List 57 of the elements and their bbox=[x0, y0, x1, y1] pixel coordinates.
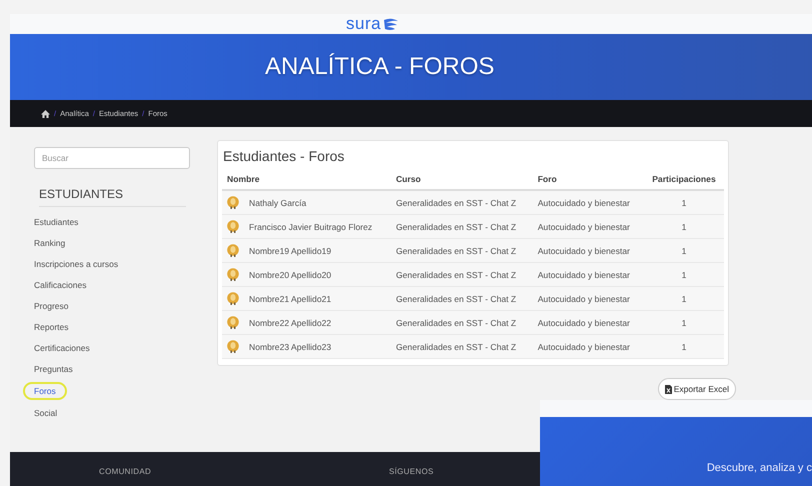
sidebar-item[interactable]: Progreso bbox=[34, 296, 68, 317]
search-field[interactable]: Buscar bbox=[34, 147, 190, 169]
table-cell: Nombre20 Apellido20 bbox=[222, 262, 391, 286]
table-cell: Generalidades en SST - Chat Z bbox=[390, 190, 533, 214]
table-cell: 1 bbox=[644, 286, 724, 310]
sidebar-item[interactable]: Preguntas bbox=[34, 359, 73, 380]
table-cell: Generalidades en SST - Chat Z bbox=[390, 286, 533, 310]
medal-icon bbox=[227, 220, 239, 233]
table-cell: 1 bbox=[644, 310, 724, 334]
home-icon[interactable] bbox=[41, 110, 50, 118]
sidebar-item[interactable]: Certificaciones bbox=[34, 338, 90, 359]
logo-swoosh-icon bbox=[383, 17, 400, 31]
sidebar-item[interactable]: Foros bbox=[23, 382, 67, 400]
sidebar-item[interactable]: Inscripciones a cursos bbox=[34, 254, 118, 275]
table-cell: Generalidades en SST - Chat Z bbox=[390, 310, 533, 334]
table-cell: Autocuidado y bienestar bbox=[532, 310, 644, 334]
logo[interactable]: sura bbox=[346, 15, 382, 33]
overlay-text: Descubre, analiza y c bbox=[706, 462, 812, 474]
medal-icon bbox=[227, 244, 239, 257]
table-cell: Generalidades en SST - Chat Z bbox=[390, 262, 533, 286]
table-cell: Autocuidado y bienestar bbox=[532, 262, 644, 286]
excel-file-icon bbox=[664, 384, 672, 394]
table-cell: Generalidades en SST - Chat Z bbox=[390, 214, 533, 238]
table-cell: Nombre21 Apellido21 bbox=[222, 286, 391, 310]
table-cell: Nombre23 Apellido23 bbox=[222, 334, 391, 358]
sidebar-item[interactable]: Estudiantes bbox=[34, 212, 78, 233]
export-excel-button[interactable]: Exportar Excel bbox=[658, 378, 736, 400]
table-cell: 1 bbox=[644, 262, 724, 286]
card-title: Estudiantes - Foros bbox=[223, 148, 346, 164]
table-cell: Generalidades en SST - Chat Z bbox=[390, 238, 533, 262]
table-cell: 1 bbox=[644, 190, 724, 214]
medal-icon bbox=[227, 268, 239, 281]
table-cell: 1 bbox=[644, 334, 724, 358]
table-cell: Nombre19 Apellido19 bbox=[222, 238, 391, 262]
table-cell: Generalidades en SST - Chat Z bbox=[390, 334, 533, 358]
table-cell: Autocuidado y bienestar bbox=[532, 238, 644, 262]
table-cell: Autocuidado y bienestar bbox=[532, 334, 644, 358]
sidebar-item[interactable]: Calificaciones bbox=[34, 275, 86, 296]
footer-heading: SÍGUENOS bbox=[389, 467, 434, 476]
sidebar-heading: ESTUDIANTES bbox=[39, 187, 186, 207]
medal-icon bbox=[227, 316, 239, 329]
table-cell: Nombre22 Apellido22 bbox=[222, 310, 391, 334]
table-cell: Autocuidado y bienestar bbox=[532, 286, 644, 310]
medal-icon bbox=[227, 340, 239, 353]
table-cell: Autocuidado y bienestar bbox=[532, 190, 644, 214]
table-cell: Nathaly García bbox=[222, 190, 391, 214]
table-cell: Autocuidado y bienestar bbox=[532, 214, 644, 238]
medal-icon bbox=[227, 292, 239, 305]
sidebar-item[interactable]: Reportes bbox=[34, 317, 68, 338]
sidebar-item[interactable]: Social bbox=[34, 403, 58, 424]
table-cell: 1 bbox=[644, 214, 724, 238]
sidebar-item[interactable]: Ranking bbox=[34, 233, 66, 254]
table-cell: Francisco Javier Buitrago Florez bbox=[222, 214, 391, 238]
page-title: ANALÍTICA - FOROS bbox=[265, 53, 494, 81]
medal-icon bbox=[227, 196, 239, 209]
footer-heading: COMUNIDAD bbox=[99, 467, 152, 476]
table-cell: 1 bbox=[644, 238, 724, 262]
